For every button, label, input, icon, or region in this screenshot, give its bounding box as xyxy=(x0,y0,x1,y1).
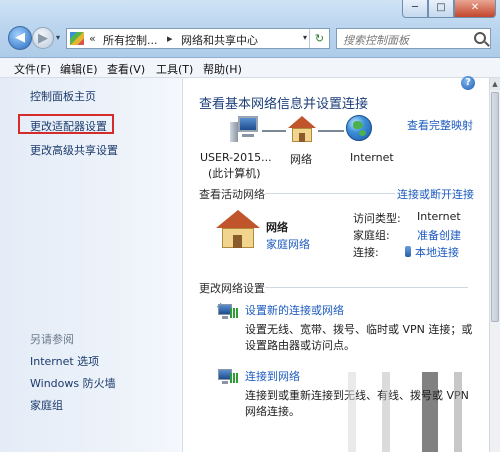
navigation-bar: ◀ ▶ ▾ « 所有控制... ▸ 网络和共享中心 ▾ ↻ 搜索控制面板 xyxy=(6,26,496,52)
connect-disconnect-link[interactable]: 连接或断开连接 xyxy=(397,186,474,202)
sidebar-item-internet-options[interactable]: Internet 选项 xyxy=(30,353,99,369)
new-connection-icon: + xyxy=(216,301,238,322)
address-dropdown[interactable]: ▾ xyxy=(303,33,307,42)
menu-bar: 文件(F) 编辑(E) 查看(V) 工具(T) 帮助(H) xyxy=(0,58,500,78)
forward-button[interactable]: ▶ xyxy=(32,27,54,49)
see-also-label: 另请参阅 xyxy=(30,333,74,346)
page-title: 查看基本网络信息并设置连接 xyxy=(199,97,369,112)
home-network-icon xyxy=(216,210,260,250)
setup-desc-line1: 设置无线、宽带、拨号、临时或 VPN 连接；或 xyxy=(245,323,473,336)
globe-icon xyxy=(346,115,372,141)
map-internet-label: Internet xyxy=(350,151,394,164)
sidebar-item-control-panel-home[interactable]: 控制面板主页 xyxy=(30,88,96,104)
section-divider xyxy=(265,287,468,288)
map-connector xyxy=(318,130,344,132)
section-divider xyxy=(265,193,395,194)
active-network-name: 网络 xyxy=(266,221,288,234)
address-overflow-chevron[interactable]: « xyxy=(89,32,96,45)
sidebar-item-windows-firewall[interactable]: Windows 防火墙 xyxy=(30,375,116,391)
sidebar-item-change-adapter-settings[interactable]: 更改适配器设置 xyxy=(30,118,107,134)
left-task-pane xyxy=(0,78,183,452)
help-icon[interactable]: ? xyxy=(461,76,475,90)
maximize-button[interactable]: □ xyxy=(428,0,454,18)
connections-label: 连接: xyxy=(353,246,379,259)
menu-edit[interactable]: 编辑(E) xyxy=(60,61,98,77)
active-networks-title: 查看活动网络 xyxy=(199,188,265,201)
close-button[interactable]: ✕ xyxy=(454,0,496,18)
setup-desc-line2: 设置路由器或访问点。 xyxy=(245,339,355,352)
map-computer-sub: (此计算机) xyxy=(208,167,261,180)
menu-view[interactable]: 查看(V) xyxy=(107,61,145,77)
recent-pages-dropdown[interactable]: ▾ xyxy=(56,33,60,42)
address-bar[interactable]: « 所有控制... ▸ 网络和共享中心 ▾ ↻ xyxy=(66,28,330,49)
scroll-thumb[interactable] xyxy=(491,92,499,322)
map-network-label: 网络 xyxy=(290,153,312,166)
control-panel-icon xyxy=(70,32,84,45)
refresh-button[interactable]: ↻ xyxy=(309,29,329,48)
menu-help[interactable]: 帮助(H) xyxy=(203,61,242,77)
view-full-map-link[interactable]: 查看完整映射 xyxy=(407,117,473,133)
setup-new-connection-link[interactable]: 设置新的连接或网络 xyxy=(245,302,344,318)
homegroup-link[interactable]: 准备创建 xyxy=(417,227,461,243)
address-segment-control-panel[interactable]: 所有控制... xyxy=(103,32,158,48)
search-placeholder: 搜索控制面板 xyxy=(343,34,409,47)
search-input[interactable]: 搜索控制面板 xyxy=(336,28,491,49)
plug-icon xyxy=(405,246,411,257)
computer-icon xyxy=(230,116,260,144)
homegroup-label: 家庭组: xyxy=(353,229,390,242)
address-separator[interactable]: ▸ xyxy=(167,32,173,45)
access-type-value: Internet xyxy=(417,210,461,223)
connect-network-icon xyxy=(216,367,238,387)
access-type-label: 访问类型: xyxy=(353,212,401,225)
vertical-scrollbar[interactable]: ▲ xyxy=(489,78,500,452)
sidebar-item-advanced-sharing[interactable]: 更改高级共享设置 xyxy=(30,142,118,158)
window-titlebar: ─ □ ✕ ◀ ▶ ▾ « 所有控制... ▸ 网络和共享中心 ▾ ↻ 搜索控制… xyxy=(0,0,500,58)
back-button[interactable]: ◀ xyxy=(8,26,32,50)
connect-to-network-link[interactable]: 连接到网络 xyxy=(245,368,300,384)
map-computer-name: USER-2015... xyxy=(200,151,272,164)
scroll-up-arrow[interactable]: ▲ xyxy=(490,78,500,90)
connect-desc-line2: 网络连接。 xyxy=(245,405,300,418)
window-controls: ─ □ ✕ xyxy=(402,0,496,20)
house-icon xyxy=(288,116,316,144)
menu-file[interactable]: 文件(F) xyxy=(14,61,51,77)
local-connection-link[interactable]: 本地连接 xyxy=(405,244,459,260)
minimize-button[interactable]: ─ xyxy=(402,0,428,18)
watermark-overlay xyxy=(330,372,490,452)
search-icon[interactable] xyxy=(474,32,486,44)
sidebar-item-homegroup[interactable]: 家庭组 xyxy=(30,397,63,413)
address-segment-network-center[interactable]: 网络和共享中心 xyxy=(181,32,258,48)
map-connector xyxy=(262,130,286,132)
network-type-link[interactable]: 家庭网络 xyxy=(266,236,310,252)
menu-tools[interactable]: 工具(T) xyxy=(156,61,193,77)
change-settings-title: 更改网络设置 xyxy=(199,282,265,295)
